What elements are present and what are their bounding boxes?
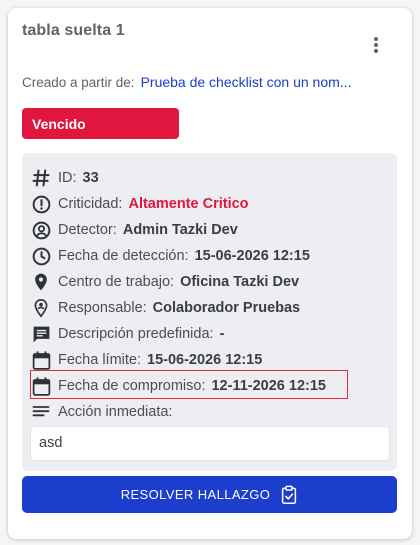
work-center-value: Oficina Tazki Dev — [180, 274, 300, 290]
id-value: 33 — [82, 170, 99, 186]
responsible-label: Responsable: — [58, 300, 147, 316]
more-options-icon[interactable] — [368, 34, 384, 56]
detail-row-id: ID: 33 — [30, 167, 99, 189]
detail-row-detection-date: Fecha de detección: 15-06-2026 12:15 — [30, 245, 310, 267]
detail-row-deadline: Fecha límite: 15-06-2026 12:15 — [30, 349, 262, 371]
criticality-label: Criticidad: — [58, 196, 123, 212]
location-pin-icon — [30, 271, 52, 293]
origin-checklist-link[interactable]: Prueba de checklist con un nom... — [141, 74, 352, 90]
clipboard-check-icon — [280, 485, 298, 505]
description-value: - — [219, 326, 225, 342]
detail-row-responsible: Responsable: Colaborador Pruebas — [30, 297, 300, 319]
clock-icon — [30, 245, 52, 267]
person-pin-icon — [30, 297, 52, 319]
detail-row-criticality: Criticidad: Altamente Critico — [30, 193, 249, 215]
detection-date-label: Fecha de detección: — [58, 248, 189, 264]
detection-date-value: 15-06-2026 12:15 — [194, 248, 310, 264]
resolve-finding-button[interactable]: RESOLVER HALLAZGO — [22, 476, 397, 513]
origin-line: Creado a partir de: Prueba de checklist c… — [22, 74, 351, 90]
responsible-value: Colaborador Pruebas — [152, 300, 301, 316]
commitment-date-highlight — [30, 370, 348, 399]
deadline-value: 15-06-2026 12:15 — [147, 352, 263, 368]
details-panel: ID: 33 Criticidad: Altamente Critico Det… — [22, 153, 397, 471]
user-circle-icon — [30, 219, 52, 241]
card-title: tabla suelta 1 — [22, 22, 125, 39]
description-label: Descripción predefinida: — [58, 326, 214, 342]
origin-label: Creado a partir de: — [22, 75, 135, 90]
status-badge: Vencido — [22, 108, 179, 139]
hash-icon — [30, 167, 52, 189]
deadline-label: Fecha límite: — [58, 352, 141, 368]
immediate-action-field[interactable]: asd — [30, 426, 390, 461]
detail-row-detector: Detector: Admin Tazki Dev — [30, 219, 238, 241]
alert-circle-icon — [30, 193, 52, 215]
detector-value: Admin Tazki Dev — [122, 222, 238, 238]
resolve-button-label: RESOLVER HALLAZGO — [120, 487, 271, 502]
criticality-value: Altamente Critico — [128, 196, 249, 212]
detail-row-immediate-action: Acción inmediata: — [30, 401, 172, 423]
id-label: ID: — [58, 170, 77, 186]
work-center-label: Centro de trabajo: — [58, 274, 175, 290]
detector-label: Detector: — [58, 222, 117, 238]
comment-icon — [30, 323, 52, 345]
detail-row-work-center: Centro de trabajo: Oficina Tazki Dev — [30, 271, 299, 293]
detail-row-description: Descripción predefinida: - — [30, 323, 224, 345]
immediate-action-label: Acción inmediata: — [58, 404, 173, 420]
finding-card: tabla suelta 1 Creado a partir de: Prueba… — [8, 8, 412, 539]
notes-icon — [30, 401, 52, 423]
calendar-icon — [30, 349, 52, 371]
